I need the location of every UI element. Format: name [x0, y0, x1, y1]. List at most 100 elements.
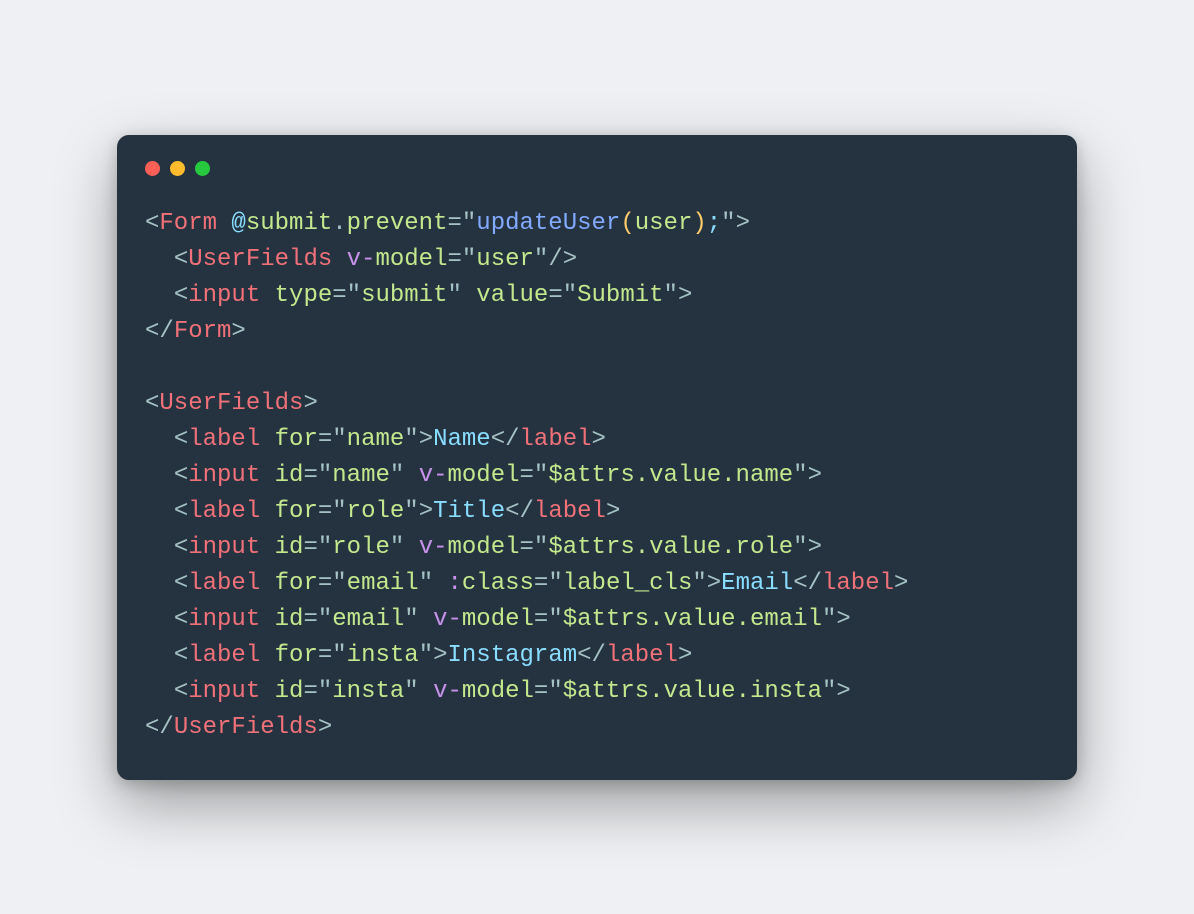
- code-token-tag: input: [188, 678, 260, 705]
- code-token-tag: label: [822, 570, 894, 597]
- code-token-tag: label: [188, 498, 260, 525]
- code-token-punct: ": [318, 462, 332, 489]
- code-token-punct: >: [419, 498, 433, 525]
- code-token-punct: <: [174, 534, 188, 561]
- code-token-punct: ": [563, 282, 577, 309]
- code-token-punct: </: [505, 498, 534, 525]
- code-token-kw: v-: [433, 606, 462, 633]
- code-token-punct: </: [793, 570, 822, 597]
- code-token-plain: [260, 498, 274, 525]
- code-token-tag: input: [188, 462, 260, 489]
- code-token-string: insta: [347, 642, 419, 669]
- code-token-punct: ": [548, 678, 562, 705]
- code-token-tag: input: [188, 282, 260, 309]
- code-token-kw: v-: [347, 246, 376, 273]
- code-token-plain: [260, 534, 274, 561]
- code-token-punct: =: [534, 570, 548, 597]
- code-block: <Form @submit.prevent="updateUser(user);…: [145, 206, 1049, 746]
- code-token-punct: =: [520, 462, 534, 489]
- code-token-string: user: [476, 246, 534, 273]
- code-token-punct: >: [678, 642, 692, 669]
- code-token-attr: value: [476, 282, 548, 309]
- code-token-punct: >: [836, 678, 850, 705]
- code-token-tag: UserFields: [188, 246, 332, 273]
- code-token-paren: ): [692, 210, 706, 237]
- code-token-tag: label: [520, 426, 592, 453]
- code-token-punct: =: [520, 534, 534, 561]
- code-token-punct: <: [174, 642, 188, 669]
- code-token-string: Submit: [577, 282, 663, 309]
- code-token-plain: [462, 282, 476, 309]
- code-token-punct: =: [303, 678, 317, 705]
- code-token-attr: id: [275, 606, 304, 633]
- code-token-punct: >: [707, 570, 721, 597]
- code-token-punct: =: [318, 570, 332, 597]
- code-token-punct: </: [577, 642, 606, 669]
- code-token-punct: ": [462, 210, 476, 237]
- zoom-icon[interactable]: [195, 161, 210, 176]
- code-token-punct: ": [332, 498, 346, 525]
- code-token-punct: ": [692, 570, 706, 597]
- code-token-punct: <: [174, 246, 188, 273]
- code-token-tag: label: [606, 642, 678, 669]
- code-token-tag: label: [188, 570, 260, 597]
- code-token-punct: ": [390, 534, 404, 561]
- code-token-kw: v-: [433, 678, 462, 705]
- code-token-punct: />: [548, 246, 577, 273]
- code-token-tag: UserFields: [159, 390, 303, 417]
- code-token-string: $attrs.value.name: [548, 462, 793, 489]
- code-token-func: updateUser: [476, 210, 620, 237]
- code-token-attr: prevent: [347, 210, 448, 237]
- code-token-punct: ": [822, 606, 836, 633]
- code-token-tag: label: [534, 498, 606, 525]
- code-token-attr: for: [275, 570, 318, 597]
- code-token-punct: ": [534, 534, 548, 561]
- code-token-punct: >: [318, 714, 332, 741]
- code-token-attr: model: [462, 678, 534, 705]
- code-token-plain: [419, 678, 433, 705]
- code-token-kw: :: [448, 570, 462, 597]
- code-token-punct: =: [303, 534, 317, 561]
- code-token-punct: =: [447, 210, 461, 237]
- code-token-string: name: [332, 462, 390, 489]
- code-token-plain: [260, 282, 274, 309]
- minimize-icon[interactable]: [170, 161, 185, 176]
- code-token-plain: [260, 570, 274, 597]
- code-token-punct: >: [433, 642, 447, 669]
- code-token-attr: for: [275, 426, 318, 453]
- code-token-punct: ": [332, 642, 346, 669]
- code-token-punct: ": [332, 570, 346, 597]
- code-token-punct: ": [404, 426, 418, 453]
- close-icon[interactable]: [145, 161, 160, 176]
- code-token-punct: <: [174, 498, 188, 525]
- code-token-plain: [332, 246, 346, 273]
- code-token-punct: <: [174, 462, 188, 489]
- code-token-punct: ": [318, 606, 332, 633]
- code-token-attr: for: [275, 498, 318, 525]
- code-token-punct: >: [419, 426, 433, 453]
- code-token-content: Email: [721, 570, 793, 597]
- code-token-string: email: [332, 606, 404, 633]
- code-token-punct: ": [419, 570, 433, 597]
- code-token-punct: =: [548, 282, 562, 309]
- code-token-punct: ": [318, 678, 332, 705]
- code-token-punct: >: [736, 210, 750, 237]
- code-token-string: role: [332, 534, 390, 561]
- code-token-punct: ": [548, 606, 562, 633]
- code-token-tag: input: [188, 606, 260, 633]
- code-token-punct: ": [447, 282, 461, 309]
- code-token-string: label_cls: [563, 570, 693, 597]
- code-token-attr: model: [448, 534, 520, 561]
- code-token-punct: ": [347, 282, 361, 309]
- code-token-attr: for: [275, 642, 318, 669]
- code-token-plain: [260, 462, 274, 489]
- code-token-punct: <: [174, 426, 188, 453]
- code-token-punct: ": [721, 210, 735, 237]
- code-token-attr: class: [462, 570, 534, 597]
- code-token-punct: <: [174, 570, 188, 597]
- code-token-punct: ": [318, 534, 332, 561]
- code-token-kw: v-: [419, 462, 448, 489]
- code-token-plain: [260, 678, 274, 705]
- code-token-kw: v-: [419, 534, 448, 561]
- code-token-attr: submit: [246, 210, 332, 237]
